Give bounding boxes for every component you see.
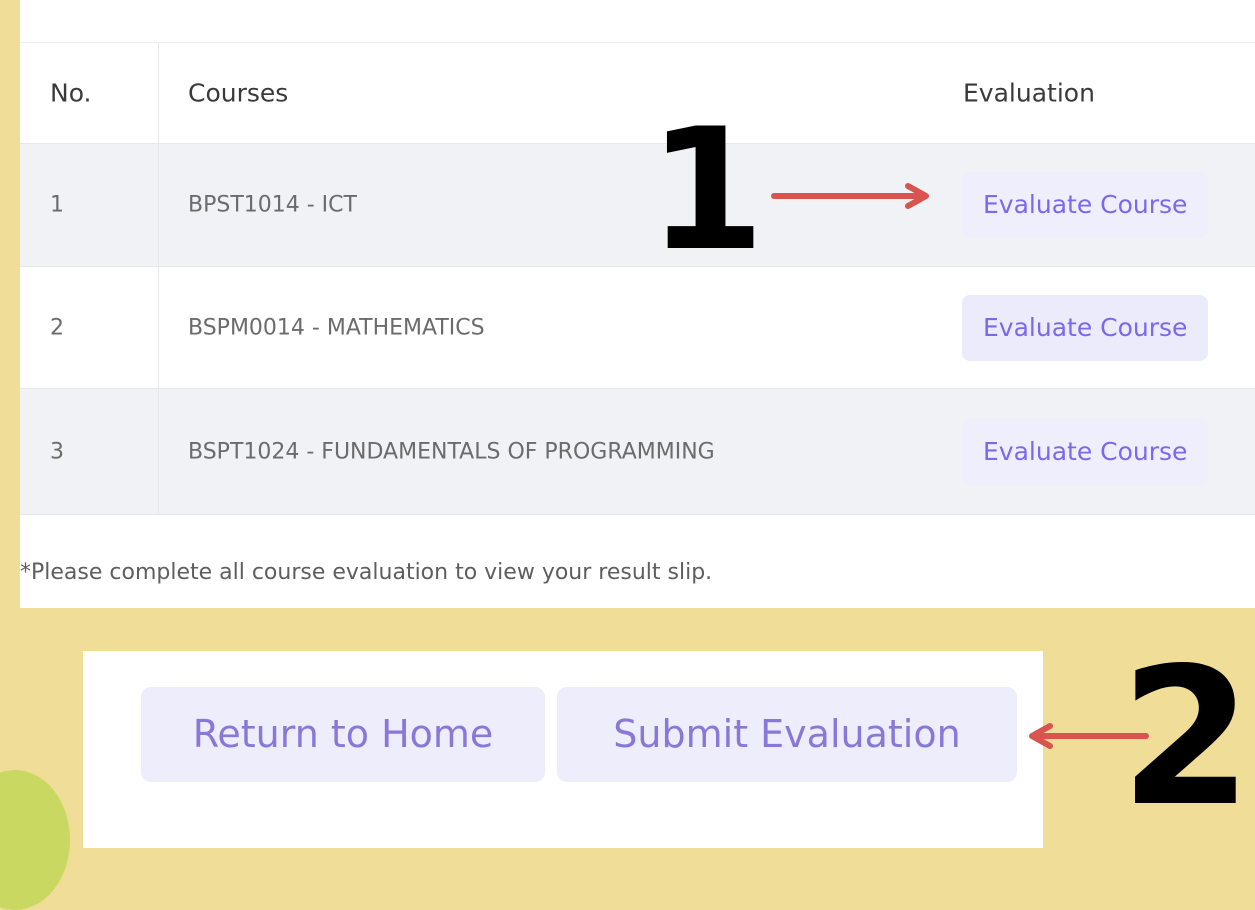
table-row: 3 BSPT1024 - FUNDAMENTALS OF PROGRAMMING…	[20, 389, 1255, 515]
evaluation-cell: Evaluate Course	[962, 418, 1209, 485]
row-number: 1	[50, 192, 64, 218]
header-courses: Courses	[188, 78, 289, 108]
evaluation-cell: Evaluate Course	[962, 172, 1209, 238]
course-name: BSPT1024 - FUNDAMENTALS OF PROGRAMMING	[188, 439, 715, 464]
evaluation-cell: Evaluate Course	[962, 294, 1209, 361]
column-divider	[158, 43, 159, 515]
header-no: No.	[50, 78, 92, 108]
course-evaluation-panel: No. Courses Evaluation 1 BPST1014 - ICT …	[20, 0, 1255, 608]
evaluate-course-button[interactable]: Evaluate Course	[962, 294, 1209, 361]
course-name: BPST1014 - ICT	[188, 192, 357, 218]
evaluate-course-button[interactable]: Evaluate Course	[962, 418, 1209, 485]
row-number: 3	[50, 439, 64, 464]
evaluation-note: *Please complete all course evaluation t…	[20, 560, 713, 585]
table-row: 2 BSPM0014 - MATHEMATICS Evaluate Course	[20, 267, 1255, 389]
right-arrow-icon	[771, 183, 929, 209]
left-arrow-icon	[1029, 723, 1149, 749]
row-number: 2	[50, 315, 64, 340]
return-to-home-button[interactable]: Return to Home	[141, 687, 545, 782]
table-row: 1 BPST1014 - ICT Evaluate Course	[20, 144, 1255, 267]
course-name: BSPM0014 - MATHEMATICS	[188, 315, 485, 340]
header-evaluation: Evaluation	[963, 78, 1095, 108]
evaluate-course-button[interactable]: Evaluate Course	[962, 172, 1209, 238]
table-header-row: No. Courses Evaluation	[20, 43, 1255, 144]
annotation-marker-1: 1	[648, 92, 765, 288]
action-panel: Return to Home Submit Evaluation	[83, 651, 1043, 848]
decorative-corner-shape	[0, 770, 70, 910]
submit-evaluation-button[interactable]: Submit Evaluation	[557, 687, 1017, 782]
